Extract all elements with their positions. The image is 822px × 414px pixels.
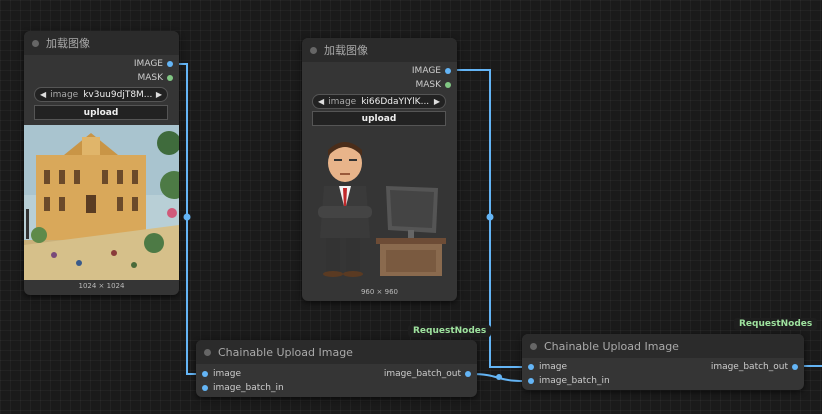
output-slot-icon[interactable] xyxy=(792,364,798,370)
node-title: Chainable Upload Image xyxy=(218,345,353,359)
input-image-batch[interactable]: image_batch_in xyxy=(202,383,284,393)
output-label: MASK xyxy=(415,80,441,90)
arrow-right-icon[interactable]: ▶ xyxy=(156,90,162,99)
chainable-upload-node-1[interactable]: Chainable Upload Image image image_batch… xyxy=(196,340,477,397)
collapse-dot-icon[interactable] xyxy=(204,348,211,356)
input-image[interactable]: image xyxy=(202,369,241,379)
node-header[interactable]: Chainable Upload Image xyxy=(196,340,477,364)
upload-button[interactable]: upload xyxy=(34,105,168,120)
widget-value: kv3uu9djT8M... xyxy=(83,89,153,100)
node-header[interactable]: 加载图像 xyxy=(24,31,179,55)
collapse-dot-icon[interactable] xyxy=(310,46,317,54)
output-slot-icon[interactable] xyxy=(445,82,451,88)
node-title: 加载图像 xyxy=(324,44,368,57)
load-image-node-1[interactable]: 加载图像 IMAGE MASK ◀ image kv3uu9djT8M... ▶… xyxy=(24,31,179,295)
output-slot-icon[interactable] xyxy=(445,68,451,74)
chainable-upload-node-2[interactable]: Chainable Upload Image image image_batch… xyxy=(522,334,804,390)
widget-value: ki66DdaYIYlK... xyxy=(361,96,430,107)
input-label: image xyxy=(213,369,242,379)
collapse-dot-icon[interactable] xyxy=(530,342,537,350)
arrow-left-icon[interactable]: ◀ xyxy=(318,97,324,106)
node-header[interactable]: 加载图像 xyxy=(302,38,457,62)
image-preview-cathedral xyxy=(24,125,179,280)
image-combo-widget[interactable]: ◀ image ki66DdaYIYlK... ▶ xyxy=(312,94,446,109)
output-mask[interactable]: MASK xyxy=(415,80,451,90)
output-slot-icon[interactable] xyxy=(465,371,471,377)
widget-label: image xyxy=(50,89,79,100)
input-slot-icon[interactable] xyxy=(528,364,534,370)
output-label: image_batch_out xyxy=(710,362,788,372)
node-badge: RequestNodes xyxy=(408,325,492,337)
arrow-right-icon[interactable]: ▶ xyxy=(434,97,440,106)
upload-button[interactable]: upload xyxy=(312,111,446,126)
node-title: Chainable Upload Image xyxy=(544,339,679,353)
output-slot-icon[interactable] xyxy=(167,75,173,81)
image-size-label: 960 × 960 xyxy=(360,288,399,296)
input-label: image_batch_in xyxy=(213,383,284,393)
input-label: image xyxy=(539,362,568,372)
wire-batch-out-to-batch-in xyxy=(470,373,525,382)
output-label: IMAGE xyxy=(411,66,441,76)
image-combo-widget[interactable]: ◀ image kv3uu9djT8M... ▶ xyxy=(34,87,168,102)
image-preview-businessman xyxy=(312,138,447,278)
output-image[interactable]: IMAGE xyxy=(134,59,173,69)
input-slot-icon[interactable] xyxy=(528,378,534,384)
image-size-label: 1024 × 1024 xyxy=(78,282,125,290)
output-slot-icon[interactable] xyxy=(167,61,173,67)
arrow-left-icon[interactable]: ◀ xyxy=(40,90,46,99)
wire-reroute-dot xyxy=(486,213,494,221)
node-badge: RequestNodes xyxy=(734,318,818,330)
output-image[interactable]: IMAGE xyxy=(412,66,451,76)
output-image-batch[interactable]: image_batch_out xyxy=(711,362,798,372)
output-label: image_batch_out xyxy=(383,369,461,379)
output-image-batch[interactable]: image_batch_out xyxy=(384,369,471,379)
input-image[interactable]: image xyxy=(528,362,567,372)
input-label: image_batch_in xyxy=(539,376,610,386)
input-slot-icon[interactable] xyxy=(202,371,208,377)
input-slot-icon[interactable] xyxy=(202,385,208,391)
node-header[interactable]: Chainable Upload Image xyxy=(522,334,804,358)
output-label: IMAGE xyxy=(133,59,163,69)
node-title: 加载图像 xyxy=(46,37,90,50)
output-label: MASK xyxy=(137,73,163,83)
input-image-batch[interactable]: image_batch_in xyxy=(528,376,610,386)
output-mask[interactable]: MASK xyxy=(137,73,173,83)
wire-image-to-chain-2 xyxy=(451,69,524,368)
widget-label: image xyxy=(328,96,357,107)
wire-reroute-dot xyxy=(183,213,191,221)
load-image-node-2[interactable]: 加载图像 IMAGE MASK ◀ image ki66DdaYIYlK... … xyxy=(302,38,457,301)
collapse-dot-icon[interactable] xyxy=(32,39,39,47)
wire-reroute-dot xyxy=(496,374,502,380)
